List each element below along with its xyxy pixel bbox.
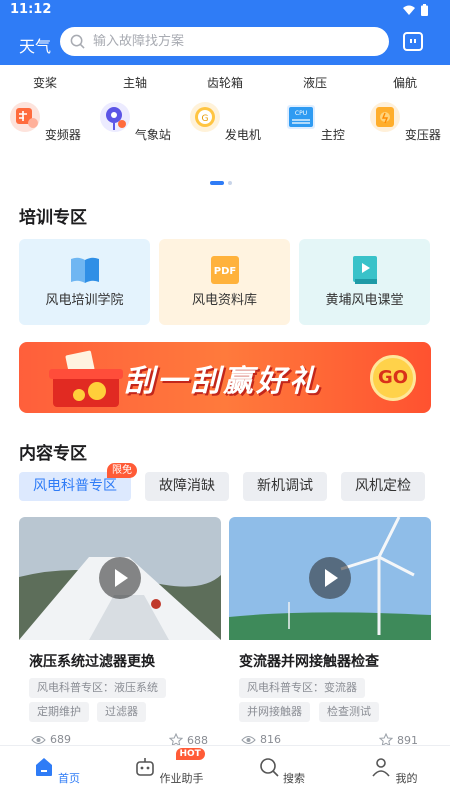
- play-icon[interactable]: [99, 557, 141, 599]
- category-label: 齿轮箱: [206, 76, 243, 90]
- training-card-library[interactable]: PDF 风电资料库: [159, 239, 290, 325]
- tab-inspection[interactable]: 风机定检: [341, 472, 425, 501]
- svg-text:CPU: CPU: [295, 110, 307, 117]
- category-generator[interactable]: G 发电机: [180, 101, 270, 143]
- video-card[interactable]: 液压系统过滤器更换 风电科普专区：液压系统 定期维护 过滤器 689 688: [19, 517, 221, 757]
- svg-text:G: G: [202, 114, 209, 124]
- eye-icon: [241, 735, 256, 744]
- nav-search[interactable]: 搜索: [225, 746, 338, 800]
- content-section-title: 内容专区: [19, 444, 87, 464]
- category-label: 变压器: [404, 128, 441, 142]
- message-icon[interactable]: [403, 32, 423, 51]
- video-tag[interactable]: 风电科普专区：变流器: [239, 678, 365, 698]
- page-dot: [228, 181, 232, 185]
- training-section-title: 培训专区: [19, 208, 87, 228]
- video-tag[interactable]: 定期维护: [29, 702, 89, 722]
- scratch-card-banner[interactable]: 刮一刮赢好礼 GO: [19, 342, 431, 413]
- category-transformer[interactable]: 变压器: [360, 101, 450, 143]
- search-bar[interactable]: [60, 27, 389, 56]
- category-gearbox[interactable]: 齿轮箱: [180, 74, 270, 91]
- category-pitch[interactable]: 变桨: [0, 74, 90, 91]
- nav-home[interactable]: 首页: [0, 746, 113, 800]
- category-label: 气象站: [134, 128, 171, 142]
- status-icons: [403, 4, 428, 16]
- category-hydraulic[interactable]: 液压: [270, 74, 360, 91]
- app-header: 11:12 天气: [0, 0, 450, 65]
- location-weather-label[interactable]: 天气: [19, 33, 51, 57]
- category-row-2: 变频器 气象站 G 发电机 CPU 主控 变压器: [0, 101, 450, 143]
- category-label: 变频器: [44, 128, 81, 142]
- tab-troubleshooting[interactable]: 故障消缺: [145, 472, 229, 501]
- home-icon: [35, 758, 52, 776]
- bottom-navigation: 首页 作业助手 HOT 搜索 我的: [0, 745, 450, 800]
- gift-box-icon: [49, 350, 123, 407]
- video-tag[interactable]: 并网接触器: [239, 702, 310, 722]
- video-title: 液压系统过滤器更换: [29, 654, 155, 670]
- wifi-icon: [403, 5, 415, 15]
- category-label: 液压: [302, 76, 327, 90]
- generator-icon: G: [190, 102, 221, 132]
- pdf-icon: PDF: [210, 256, 239, 284]
- pdf-icon-text: PDF: [213, 266, 235, 277]
- category-row-1: 变桨 主轴 齿轮箱 液压 偏航: [0, 74, 450, 91]
- category-label: 变桨: [32, 76, 57, 90]
- weather-station-icon: [100, 102, 131, 132]
- category-label: 主轴: [122, 76, 147, 90]
- video-tag[interactable]: 风电科普专区：液压系统: [29, 678, 166, 698]
- transformer-icon: [370, 102, 401, 132]
- video-lesson-icon: [352, 256, 377, 284]
- training-card-label: 黄埔风电课堂: [325, 293, 404, 308]
- tab-label: 新机调试: [257, 478, 313, 494]
- inverter-icon: [10, 102, 41, 132]
- category-label: 发电机: [224, 128, 261, 142]
- video-card[interactable]: 变流器并网接触器检查 风电科普专区：变流器 并网接触器 检查测试 816 891: [229, 517, 431, 757]
- page-dot-active: [210, 181, 224, 185]
- eye-icon: [31, 735, 46, 744]
- category-weather-station[interactable]: 气象站: [90, 101, 180, 143]
- category-label: 主控: [320, 128, 345, 142]
- video-title: 变流器并网接触器检查: [239, 654, 379, 670]
- banner-text: 刮一刮赢好礼: [124, 364, 322, 399]
- training-card-label: 风电资料库: [191, 293, 257, 308]
- banner-go-button[interactable]: GO: [370, 355, 416, 401]
- free-badge: 限免: [107, 463, 137, 478]
- search-icon: [259, 758, 279, 777]
- category-inverter[interactable]: 变频器: [0, 101, 90, 143]
- status-bar: 11:12: [0, 0, 450, 22]
- nav-label: 首页: [58, 772, 80, 785]
- user-icon: [372, 758, 390, 777]
- cpu-icon: CPU: [287, 105, 316, 129]
- category-label: 偏航: [392, 76, 417, 90]
- tab-commissioning[interactable]: 新机调试: [243, 472, 327, 501]
- search-input[interactable]: [93, 34, 373, 49]
- video-tag[interactable]: 检查测试: [319, 702, 379, 722]
- nav-assistant[interactable]: 作业助手 HOT: [113, 746, 226, 800]
- category-yaw[interactable]: 偏航: [360, 74, 450, 91]
- nav-label: 我的: [395, 772, 418, 785]
- tab-label: 风机定检: [355, 478, 411, 494]
- battery-icon: [421, 4, 428, 16]
- tab-label: 故障消缺: [159, 478, 215, 494]
- nav-profile[interactable]: 我的: [338, 746, 450, 800]
- training-card-classroom[interactable]: 黄埔风电课堂: [299, 239, 430, 325]
- page-indicator: [210, 181, 232, 185]
- robot-icon: [136, 758, 154, 776]
- book-icon: [70, 257, 99, 283]
- training-card-academy[interactable]: 风电培训学院: [19, 239, 150, 325]
- tab-science[interactable]: 风电科普专区 限免: [19, 463, 137, 501]
- category-main-shaft[interactable]: 主轴: [90, 74, 180, 91]
- tab-label: 风电科普专区: [33, 478, 117, 494]
- hot-badge: HOT: [175, 748, 205, 760]
- search-icon: [70, 34, 85, 49]
- training-card-label: 风电培训学院: [45, 293, 124, 308]
- status-time: 11:12: [10, 2, 52, 17]
- nav-label: 作业助手: [159, 772, 204, 785]
- video-tag[interactable]: 过滤器: [97, 702, 146, 722]
- nav-label: 搜索: [283, 772, 305, 785]
- content-tabs: 风电科普专区 限免 故障消缺 新机调试 风机定检: [19, 463, 425, 501]
- category-main-control[interactable]: CPU 主控: [270, 101, 360, 143]
- play-icon[interactable]: [309, 557, 351, 599]
